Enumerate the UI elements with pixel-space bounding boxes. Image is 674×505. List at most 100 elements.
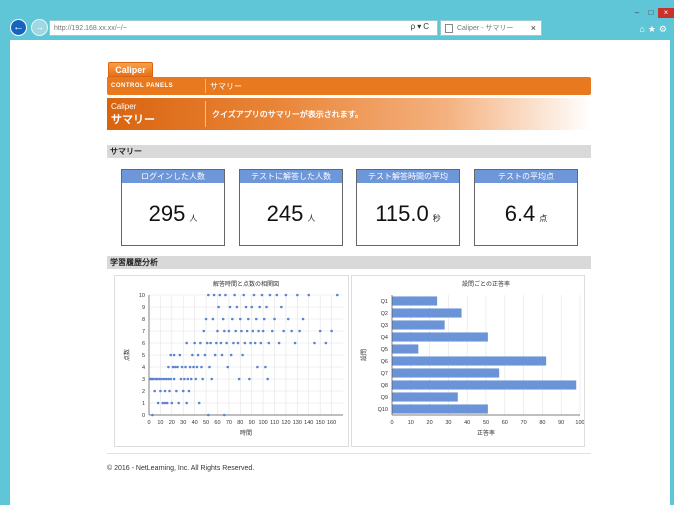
browser-tab[interactable]: Caliper - サマリー ×	[440, 20, 542, 36]
y-tick-label: 8	[142, 317, 145, 323]
scatter-point	[241, 353, 244, 357]
scatter-point	[163, 389, 167, 393]
scatter-point	[275, 293, 279, 297]
y-tick-label: 5	[142, 353, 145, 359]
scatter-point	[177, 401, 180, 405]
scatter-point	[207, 413, 210, 417]
scatter-point	[249, 341, 252, 345]
y-tick-label: 6	[142, 341, 145, 347]
y-tick-label: Q5	[381, 347, 388, 353]
x-tick-label: 160	[327, 420, 336, 426]
scatter-point	[233, 293, 236, 297]
tab-close-icon[interactable]: ×	[531, 23, 536, 33]
x-tick-label: 60	[502, 420, 508, 426]
stat-login-count: ログインした人数 295 人	[121, 169, 225, 246]
stat-answered-count: テストに解答した人数 245 人	[239, 169, 343, 246]
scatter-point	[187, 389, 191, 393]
scatter-point	[179, 377, 183, 381]
breadcrumb[interactable]: サマリー	[206, 81, 242, 92]
scatter-point	[252, 293, 256, 297]
stat-unit: 秒	[432, 213, 441, 223]
window-controls: – □ ×	[630, 8, 674, 18]
y-axis-label: 点数	[123, 349, 131, 361]
scatter-point	[232, 341, 235, 345]
scatter-point	[313, 341, 316, 345]
search-refresh-icon[interactable]: ρ▾C	[411, 22, 431, 31]
scatter-point	[262, 317, 266, 321]
bar-chart-panel: 設問ごとの正答率 0 10 20 30 40 50 60 70 80 90 100 Q1 Q2 Q3 Q4 Q5…	[351, 275, 585, 447]
scatter-point	[259, 341, 263, 345]
scatter-point	[203, 353, 207, 357]
scatter-point	[202, 329, 206, 333]
scatter-point	[219, 341, 223, 345]
x-tick-label: 100	[259, 420, 268, 426]
maximize-icon[interactable]: □	[644, 8, 658, 18]
scatter-point	[184, 365, 187, 369]
x-tick-label: 60	[214, 420, 220, 426]
scatter-point	[223, 413, 226, 417]
bar	[392, 404, 488, 414]
y-tick-label: 0	[142, 413, 145, 419]
scatter-point	[264, 365, 267, 369]
close-window-icon[interactable]: ×	[658, 8, 674, 18]
footer-copyright: © 2016 - NetLearning, Inc. All Rights Re…	[107, 465, 255, 472]
scatter-point	[196, 353, 200, 357]
footer-divider	[107, 453, 591, 454]
scatter-point	[162, 377, 166, 381]
scatter-point	[151, 413, 154, 417]
scatter-point	[324, 341, 328, 345]
scatter-point	[161, 401, 164, 405]
scatter-point	[171, 365, 175, 369]
address-bar[interactable]: http://192.168.xx.xx/~/~ ρ▾C	[49, 20, 438, 36]
bar	[392, 356, 547, 366]
scatter-point	[169, 353, 172, 357]
bar	[392, 320, 445, 330]
y-tick-label: Q3	[381, 323, 388, 329]
forward-button[interactable]: →	[31, 19, 48, 36]
bar	[392, 332, 488, 342]
scatter-point	[159, 389, 162, 393]
header-app-name: Caliper	[111, 101, 137, 111]
scatter-point	[160, 377, 163, 381]
caliper-tab[interactable]: Caliper	[108, 62, 153, 77]
minimize-icon[interactable]: –	[630, 8, 644, 18]
scatter-point	[169, 377, 172, 381]
tab-title: Caliper - サマリー	[457, 25, 514, 32]
scatter-point	[210, 377, 214, 381]
scatter-point	[226, 365, 230, 369]
scatter-point	[185, 341, 188, 345]
control-panels-label[interactable]: CONTROL PANELS	[107, 83, 205, 89]
bar-chart: 設問ごとの正答率 0 10 20 30 40 50 60 70 80 90 100 Q1 Q2 Q3 Q4 Q5…	[360, 280, 584, 437]
scatter-point	[207, 293, 210, 297]
stat-avg-time: テスト解答時間の平均 115.0 秒	[356, 169, 460, 246]
chart-title: 解答時間と点数の相関図	[213, 280, 279, 288]
y-axis-label: 設問	[360, 349, 368, 361]
scatter-point	[153, 389, 157, 393]
back-button[interactable]: ←	[10, 19, 27, 36]
x-tick-label: 80	[237, 420, 243, 426]
bar	[392, 368, 500, 378]
scatter-point	[218, 293, 222, 297]
y-tick-label: Q2	[381, 311, 388, 317]
scatter-point	[172, 353, 176, 357]
toolbar-icons[interactable]: ⌂★⚙	[639, 24, 670, 35]
scatter-chart: 解答時間と点数の相関図0 10 20 30 40 50 60 70 80 90 100 110 120 1…	[123, 280, 343, 437]
x-tick-label: 50	[203, 420, 209, 426]
x-tick-label: 140	[304, 420, 313, 426]
scatter-point	[209, 341, 212, 345]
scatter-point	[307, 293, 311, 297]
bar	[392, 392, 458, 402]
scatter-point	[217, 305, 220, 309]
scatter-point	[152, 377, 155, 381]
y-tick-label: Q7	[381, 371, 388, 377]
forward-arrow-icon: →	[35, 22, 44, 32]
scatter-point	[260, 293, 264, 297]
scatter-point	[293, 341, 297, 345]
scatter-point	[204, 317, 208, 321]
stat-label: テストの平均点	[475, 170, 577, 183]
scatter-point	[189, 377, 193, 381]
x-tick-label: 20	[169, 420, 175, 426]
scatter-point	[254, 317, 258, 321]
x-tick-label: 10	[157, 420, 163, 426]
page-title: サマリー	[111, 113, 155, 126]
